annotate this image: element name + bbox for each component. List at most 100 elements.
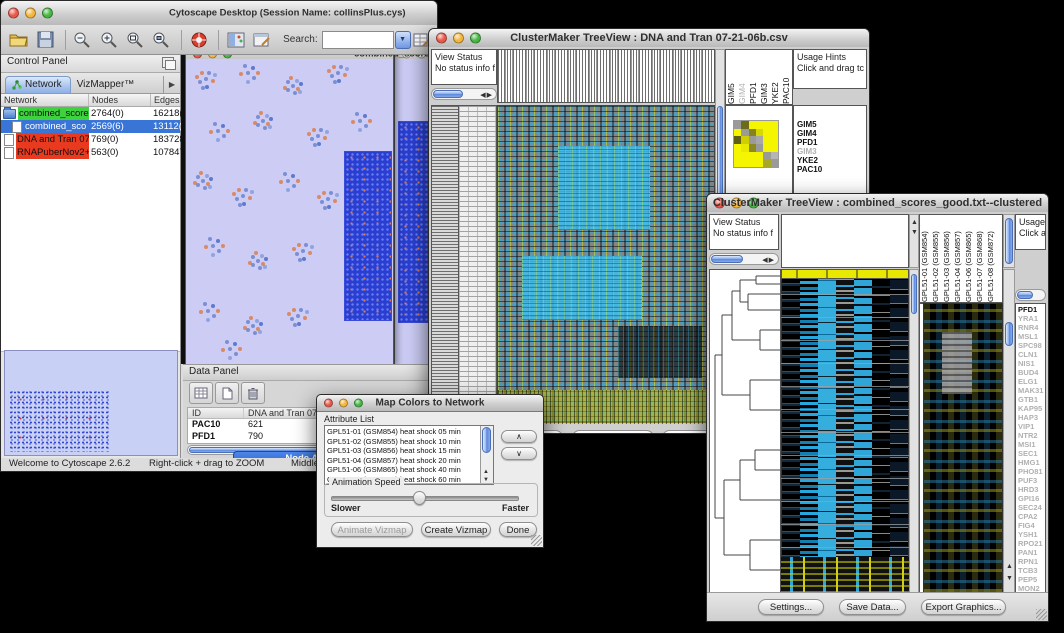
scrollbar-thumb[interactable] — [711, 255, 743, 263]
dialog-titlebar[interactable]: Map Colors to Network — [317, 395, 543, 412]
zoom-out-icon[interactable] — [71, 29, 94, 51]
create-vizmap-button[interactable]: Create Vizmap — [421, 522, 491, 537]
gene-label[interactable]: PEP5 — [1018, 575, 1045, 584]
delete-attribute-button[interactable] — [241, 382, 265, 404]
column-label[interactable]: GPL51-02 (GSM855) — [931, 216, 942, 302]
close-button[interactable] — [8, 8, 19, 19]
zoom-selected-icon[interactable] — [150, 29, 173, 51]
attribute-item[interactable]: GPL51-02 (GSM855) heat shock 10 min — [327, 437, 480, 447]
attribute-list-vscrollbar[interactable]: ▲ ▼ — [480, 426, 493, 484]
gene-label[interactable]: SEC1 — [1018, 449, 1045, 458]
gene-label[interactable]: YRA1 — [1018, 314, 1045, 323]
tab-overflow-arrow[interactable]: ▶ — [163, 76, 180, 93]
scroll-down-arrow[interactable]: ▼ — [1006, 575, 1013, 582]
scrollbar-thumb[interactable] — [433, 90, 463, 98]
save-session-button[interactable] — [33, 29, 56, 51]
scroll-arrows[interactable]: ◀▶ — [480, 91, 493, 99]
scrollbar-thumb[interactable] — [1005, 218, 1013, 264]
column-label[interactable]: GPL51-01 (GSM854) — [920, 216, 931, 302]
gene-label[interactable]: PFD1 — [1018, 305, 1045, 314]
row-label[interactable]: GIM5 — [797, 120, 866, 129]
column-label[interactable]: GPL51-06 (GSM865) — [964, 216, 975, 302]
tab-vizmapper[interactable]: VizMapper™ — [71, 77, 143, 93]
resize-grip[interactable] — [1036, 609, 1047, 620]
gene-label[interactable]: NIS1 — [1018, 359, 1045, 368]
gene-label[interactable]: TCB3 — [1018, 566, 1045, 575]
move-up-button[interactable]: ∧ — [501, 430, 537, 443]
scrollbar-thumb[interactable] — [911, 274, 917, 314]
panel-layout-icon[interactable] — [224, 29, 247, 51]
gene-label[interactable]: MAK31 — [1018, 386, 1045, 395]
network-row-selected[interactable]: combined_sco 2569(6) 13112(15) — [1, 120, 180, 133]
tv1-titlebar[interactable]: ClusterMaker TreeView : DNA and Tran 07-… — [429, 29, 869, 48]
column-label[interactable]: GIM4 — [737, 50, 748, 104]
col-nodes[interactable]: Nodes — [89, 94, 151, 106]
scroll-arrows[interactable]: ◀▶ — [762, 256, 775, 264]
column-label[interactable]: GIM5 — [726, 50, 737, 104]
gene-label[interactable]: PAN1 — [1018, 548, 1045, 557]
gene-label[interactable]: HMG1 — [1018, 458, 1045, 467]
search-combobox[interactable]: ▼ — [322, 31, 411, 49]
gene-label[interactable]: PHO81 — [1018, 467, 1045, 476]
network-row[interactable]: RNAPuberNov2+ 563(0) 107847(0) — [1, 146, 180, 159]
scroll-arrows[interactable]: ▼ — [911, 229, 918, 236]
col-edges[interactable]: Edges — [151, 94, 184, 106]
export-graphics-button[interactable]: Export Graphics... — [572, 430, 654, 433]
row-label[interactable]: PAC10 — [797, 165, 866, 174]
gene-label[interactable]: HAP3 — [1018, 413, 1045, 422]
scroll-up-arrow[interactable]: ▲ — [483, 469, 489, 475]
tv1-correlation-minimap[interactable] — [733, 120, 779, 168]
new-attribute-button[interactable] — [215, 382, 239, 404]
gene-label[interactable]: CPA2 — [1018, 512, 1045, 521]
tv2-right-hscrollbar[interactable] — [1015, 289, 1046, 301]
network-view-frame[interactable]: combined_scores_good.txt--cluste... — [185, 55, 394, 364]
scrollbar-thumb[interactable] — [1005, 322, 1013, 346]
gene-label[interactable]: ELG1 — [1018, 377, 1045, 386]
animate-vizmap-button[interactable]: Animate Vizmap — [331, 522, 413, 537]
main-titlebar[interactable]: Cytoscape Desktop (Session Name: collins… — [1, 1, 437, 26]
row-label[interactable]: PFD1 — [797, 138, 866, 147]
row-label[interactable]: GIM4 — [797, 129, 866, 138]
zoom-in-icon[interactable] — [97, 29, 120, 51]
scrollbar-thumb[interactable] — [717, 106, 723, 198]
zoom-button[interactable] — [223, 55, 232, 59]
network-overview-thumbnail[interactable] — [4, 350, 178, 456]
row-dendrogram-dense[interactable] — [431, 105, 459, 423]
column-dendrogram[interactable] — [497, 49, 715, 103]
gene-label[interactable]: SPC98 — [1018, 341, 1045, 350]
gene-label[interactable]: VIP1 — [1018, 422, 1045, 431]
resize-grip[interactable] — [531, 535, 542, 546]
row-dendrogram[interactable] — [709, 269, 781, 593]
gene-label[interactable]: RPN1 — [1018, 557, 1045, 566]
tv2-heatmap[interactable] — [781, 269, 909, 593]
tv2-top-vscrollbar[interactable] — [1003, 214, 1015, 268]
gene-label[interactable]: FIG4 — [1018, 521, 1045, 530]
gene-label[interactable]: RPO21 — [1018, 539, 1045, 548]
tv2-mid-strip[interactable]: ▲ ▼ — [909, 214, 919, 268]
gene-label[interactable]: BUD4 — [1018, 368, 1045, 377]
gene-label[interactable]: MSL1 — [1018, 332, 1045, 341]
gene-label[interactable]: NTR2 — [1018, 431, 1045, 440]
tab-network[interactable]: Network — [5, 76, 71, 93]
scroll-arrows[interactable]: ▲ — [911, 219, 918, 226]
column-label[interactable]: YKE2 — [770, 50, 781, 104]
tv2-gene-vscrollbar[interactable]: ▲ ▼ — [1003, 269, 1015, 593]
column-label[interactable]: GIM3 — [759, 50, 770, 104]
open-session-button[interactable] — [7, 29, 30, 51]
gene-label[interactable]: HRD3 — [1018, 485, 1045, 494]
gene-label[interactable]: RNR4 — [1018, 323, 1045, 332]
tv2-heatmap-vscrollbar[interactable] — [909, 269, 919, 593]
scrollbar-thumb[interactable] — [1017, 291, 1033, 299]
row-label[interactable]: GIM3 — [797, 147, 866, 156]
gene-label[interactable]: GPI16 — [1018, 494, 1045, 503]
row-label[interactable]: YKE2 — [797, 156, 866, 165]
column-label[interactable]: PAC10 — [781, 50, 792, 104]
attribute-item[interactable]: GPL51-03 (GSM856) heat shock 15 min — [327, 446, 480, 456]
tv1-heatmap[interactable] — [497, 105, 715, 423]
attribute-listbox[interactable]: GPL51-01 (GSM854) heat shock 05 minGPL51… — [324, 425, 494, 485]
minimize-button[interactable] — [208, 55, 217, 59]
settings-button[interactable]: Settings... — [758, 599, 824, 615]
zoom-fit-icon[interactable] — [123, 29, 146, 51]
network-canvas[interactable] — [186, 59, 393, 364]
help-lifering-icon[interactable] — [187, 29, 210, 51]
